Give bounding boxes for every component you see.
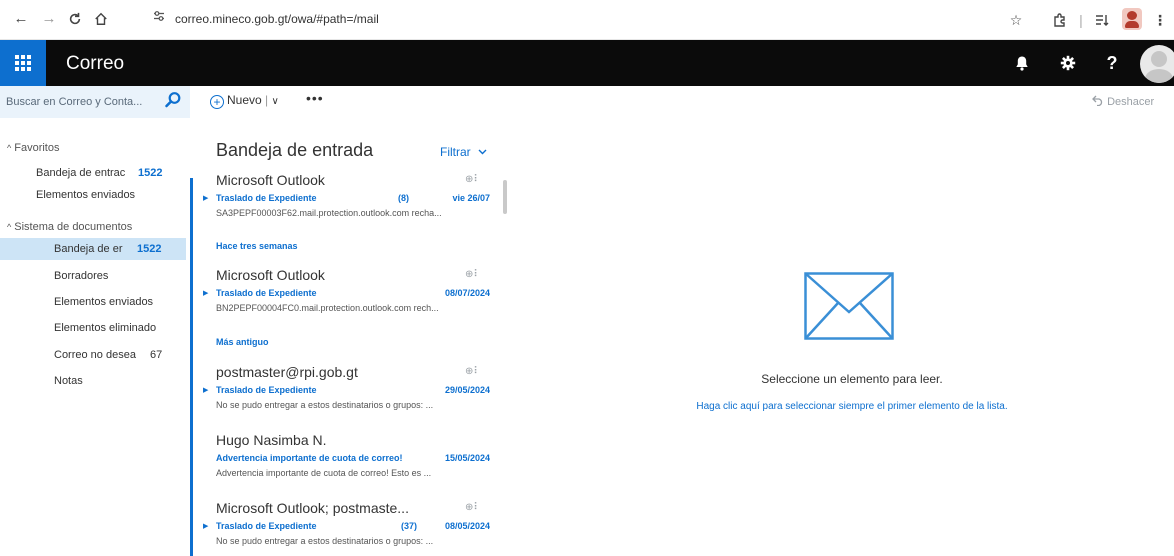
folder-pane: ^ Favoritos Bandeja de entrac 1522 Elemen… [0,118,190,556]
new-split-divider: | [265,93,269,107]
message-list-scrollbar[interactable] [503,180,507,214]
app-header: Correo ? [0,40,1174,86]
favorites-header[interactable]: ^ Favoritos [7,142,59,154]
toolbar-separator: | [1079,12,1083,28]
message-item[interactable]: Microsoft Outlook ⊕⠇ ▶ Traslado de Exped… [193,172,498,244]
tune-icon[interactable] [150,10,168,28]
folder-item-favorites-sent[interactable]: Elementos enviados [0,184,186,206]
undo-label: Deshacer [1107,96,1155,108]
message-item[interactable]: Hugo Nasimba N. Advertencia importante d… [193,432,498,504]
expand-thread-icon[interactable]: ▶ [203,194,208,202]
message-subject: Traslado de Expediente [216,288,317,298]
message-preview: Advertencia importante de cuota de corre… [216,468,432,478]
message-sender: Microsoft Outlook [216,172,325,188]
message-sender: Microsoft Outlook [216,267,325,283]
plus-circle-icon: + [210,95,224,109]
user-avatar[interactable] [1140,45,1174,83]
message-item[interactable]: Microsoft Outlook ⊕⠇ ▶ Traslado de Exped… [193,267,498,339]
chevron-down-icon [478,149,487,155]
thread-count: (37) [401,521,418,531]
system-folders-header[interactable]: ^ Sistema de documentos [7,221,132,233]
browser-toolbar: ← → correo.mineco.gob.gt/owa/#path=/mail… [0,0,1174,40]
command-toolbar: + Nuevo | ∨ ••• Deshacer [190,86,1174,118]
search-input[interactable] [6,92,158,112]
message-date: 08/05/2024 [444,521,490,531]
reading-list-icon[interactable] [1092,9,1112,31]
expand-thread-icon[interactable]: ▶ [203,289,208,297]
filter-button[interactable]: Filtrar [440,145,487,159]
expand-thread-icon[interactable]: ▶ [203,386,208,394]
group-header-three-weeks: Hace tres semanas [216,241,298,251]
message-subject: Traslado de Expediente [216,193,317,203]
folder-item-favorites-inbox[interactable]: Bandeja de entrac 1522 [0,162,186,184]
message-subject: Traslado de Expediente [216,385,317,395]
envelope-icon [804,272,894,340]
message-sender: postmaster@rpi.gob.gt [216,364,358,380]
message-list-title: Bandeja de entrada [216,140,374,160]
address-bar-url[interactable]: correo.mineco.gob.gt/owa/#path=/mail [175,12,379,26]
message-subject: Advertencia importante de cuota de corre… [216,453,403,463]
gear-icon[interactable] [1048,40,1088,86]
message-sender: Microsoft Outlook; postmaste... [216,500,409,516]
reading-pane: Seleccione un elemento para leer. Haga c… [512,118,1174,556]
expand-thread-icon[interactable]: ▶ [203,522,208,530]
folder-item-sent[interactable]: Elementos enviados [0,291,186,313]
message-preview: BN2PEPF00004FC0.mail.protection.outlook.… [216,303,439,313]
message-actions-icon[interactable]: ⊕⠇ [465,502,481,513]
forward-arrow-icon[interactable]: → [38,8,60,30]
message-preview: No se pudo entregar a estos destinatario… [216,536,434,546]
back-arrow-icon[interactable]: ← [10,8,32,30]
star-icon[interactable]: ☆ [1006,9,1026,31]
group-header-older: Más antiguo [216,337,269,347]
folder-item-notes[interactable]: Notas [0,370,186,392]
thread-count: (8) [398,193,409,203]
message-preview: No se pudo entregar a estos destinatario… [216,400,434,410]
chevron-down-icon[interactable]: ∨ [272,96,279,107]
folder-item-deleted[interactable]: Elementos eliminado [0,317,186,339]
extensions-icon[interactable] [1050,9,1070,31]
bell-icon[interactable] [1002,40,1042,86]
waffle-icon [15,55,31,71]
home-icon[interactable] [90,8,112,30]
more-options-button[interactable]: ••• [306,90,324,106]
app-launcher-button[interactable] [0,40,46,86]
reload-icon[interactable] [64,8,86,30]
new-message-label: Nuevo [227,93,262,107]
profile-avatar[interactable] [1122,8,1142,30]
message-date: 29/05/2024 [444,385,490,395]
chevron-up-icon: ^ [7,222,12,232]
folder-item-inbox[interactable]: Bandeja de er 1522 [0,238,186,260]
chevron-up-icon: ^ [7,143,12,153]
message-list-pane: Bandeja de entrada Filtrar Microsoft Out… [190,118,512,556]
message-subject: Traslado de Expediente [216,521,317,531]
empty-reading-message: Seleccione un elemento para leer. [761,372,943,386]
message-sender: Hugo Nasimba N. [216,432,327,448]
message-date: vie 26/07 [452,193,490,203]
app-title[interactable]: Correo [66,53,124,75]
message-actions-icon[interactable]: ⊕⠇ [465,174,481,185]
folder-item-drafts[interactable]: Borradores [0,265,186,287]
message-date: 15/05/2024 [444,453,490,463]
message-actions-icon[interactable]: ⊕⠇ [465,366,481,377]
search-box [0,86,190,118]
kebab-menu-icon[interactable]: ⋮ [1152,9,1168,31]
new-message-button[interactable]: + Nuevo | ∨ [210,93,279,111]
message-item[interactable]: Microsoft Outlook; postmaste... ⊕⠇ ▶ Tra… [193,500,498,556]
help-icon[interactable]: ? [1092,40,1132,86]
message-actions-icon[interactable]: ⊕⠇ [465,269,481,280]
search-icon[interactable] [164,91,184,111]
message-item[interactable]: postmaster@rpi.gob.gt ⊕⠇ ▶ Traslado de E… [193,364,498,436]
message-date: 08/07/2024 [444,288,490,298]
message-preview: SA3PEPF00003F62.mail.protection.outlook.… [216,208,442,218]
undo-button[interactable]: Deshacer [1092,95,1154,108]
select-first-item-link[interactable]: Haga clic aquí para seleccionar siempre … [512,401,1174,412]
folder-item-junk[interactable]: Correo no desea 67 [0,344,186,366]
